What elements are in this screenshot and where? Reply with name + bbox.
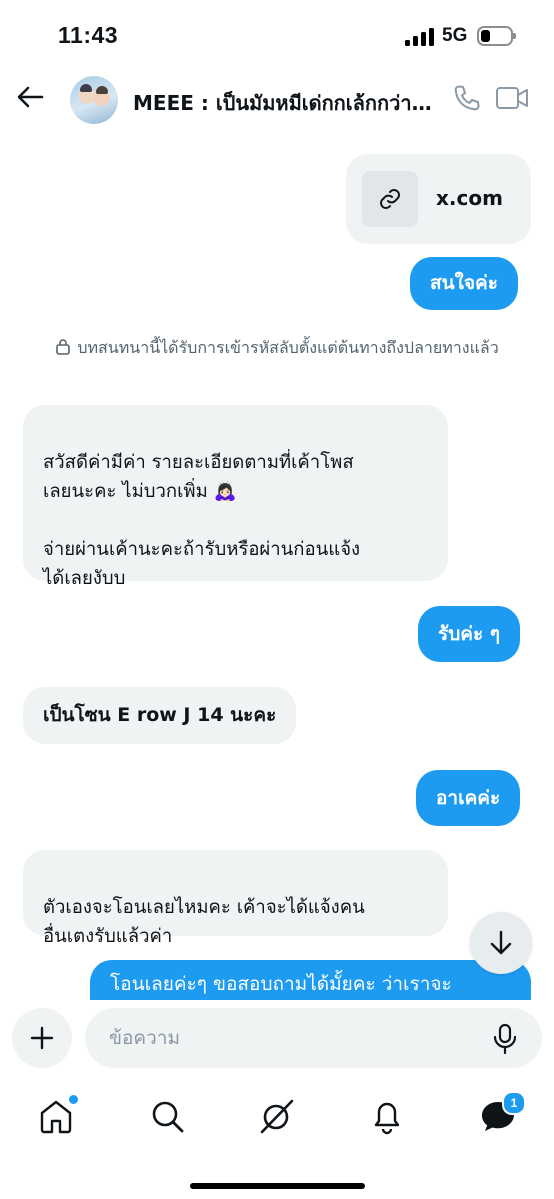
message-list[interactable]: x.com สนใจค่ะ บทสนทนานี้ได้รับการเข้ารหั… — [0, 130, 554, 1000]
message-text: เป็นโซน E row J 14 นะคะ — [43, 704, 277, 726]
link-preview-card[interactable]: x.com — [346, 154, 531, 244]
nav-search[interactable] — [147, 1096, 187, 1136]
battery-icon — [477, 26, 516, 46]
unread-badge: 1 — [502, 1091, 526, 1115]
message-text: รับค่ะ ๆ — [438, 623, 501, 645]
received-message[interactable]: สวัสดีค่ามีค่า รายละเอียดตามที่เค้าโพส เ… — [23, 405, 448, 589]
home-indicator — [190, 1183, 365, 1189]
bottom-navigation: 1 — [0, 1082, 554, 1152]
link-icon — [362, 171, 418, 227]
status-time: 11:43 — [58, 22, 119, 48]
sent-message[interactable]: รับค่ะ ๆ — [418, 606, 521, 662]
message-text: โอนเลยค่ะๆ ขอสอบถามได้มั้ยคะ ว่าเราจะ — [110, 973, 452, 995]
message-text: สนใจค่ะ — [430, 272, 498, 294]
phone-icon — [454, 85, 480, 111]
add-attachment-button[interactable] — [12, 1008, 72, 1068]
scroll-to-bottom-button[interactable] — [470, 912, 532, 974]
arrow-left-icon — [17, 86, 44, 108]
grok-icon — [260, 1099, 294, 1134]
status-bar: 11:43 5G — [0, 0, 554, 70]
plus-icon — [30, 1026, 54, 1050]
nav-notifications[interactable] — [367, 1096, 407, 1136]
network-type: 5G — [442, 25, 468, 46]
microphone-icon — [493, 1023, 517, 1055]
message-text: อาเคค่ะ — [436, 787, 501, 809]
nav-home[interactable] — [36, 1093, 80, 1136]
message-text: ตัวเองจะโอนเลยไหมคะ เค้าจะได้แจ้งคน อื่น… — [43, 897, 365, 947]
avatar[interactable] — [70, 76, 118, 124]
link-domain: x.com — [436, 186, 503, 210]
conversation-header: MEEE : เป็นมัมหมีเด่กกเล้กกว่าแม่เลี้ยงเ… — [0, 70, 554, 130]
nav-grok[interactable] — [257, 1096, 297, 1136]
notifications-icon — [374, 1102, 400, 1135]
search-icon — [152, 1101, 184, 1133]
sent-message[interactable]: สนใจค่ะ — [410, 257, 518, 310]
message-input[interactable] — [85, 1008, 542, 1068]
message-text: สวัสดีค่ามีค่า รายละเอียดตามที่เค้าโพส เ… — [43, 452, 361, 589]
received-message[interactable]: ตัวเองจะโอนเลยไหมคะ เค้าจะได้แจ้งคน อื่น… — [23, 850, 448, 947]
encryption-notice: บทสนทนานี้ได้รับการเข้ารหัสลับตั้งแต่ต้น… — [40, 336, 514, 362]
video-call-button[interactable] — [495, 83, 529, 113]
sent-message[interactable]: อาเคค่ะ — [416, 770, 521, 826]
video-camera-icon — [496, 87, 528, 109]
call-button[interactable] — [452, 83, 482, 113]
sent-message[interactable]: โอนเลยค่ะๆ ขอสอบถามได้มั้ยคะ ว่าเราจะ — [90, 960, 531, 1000]
received-message[interactable]: เป็นโซน E row J 14 นะคะ — [23, 687, 297, 744]
nav-messages[interactable]: 1 — [478, 1091, 526, 1136]
microphone-button[interactable] — [490, 1023, 520, 1055]
new-posts-dot — [67, 1093, 80, 1106]
signal-icon — [405, 28, 435, 46]
encryption-notice-text: บทสนทนานี้ได้รับการเข้ารหัสลับตั้งแต่ต้น… — [77, 338, 499, 357]
back-button[interactable] — [14, 81, 46, 113]
arrow-down-icon — [490, 930, 512, 955]
conversation-title[interactable]: MEEE : เป็นมัมหมีเด่กกเล้กกว่าแม่เลี้ยงเ… — [133, 87, 433, 119]
message-composer — [0, 1006, 554, 1070]
lock-icon — [55, 338, 71, 362]
